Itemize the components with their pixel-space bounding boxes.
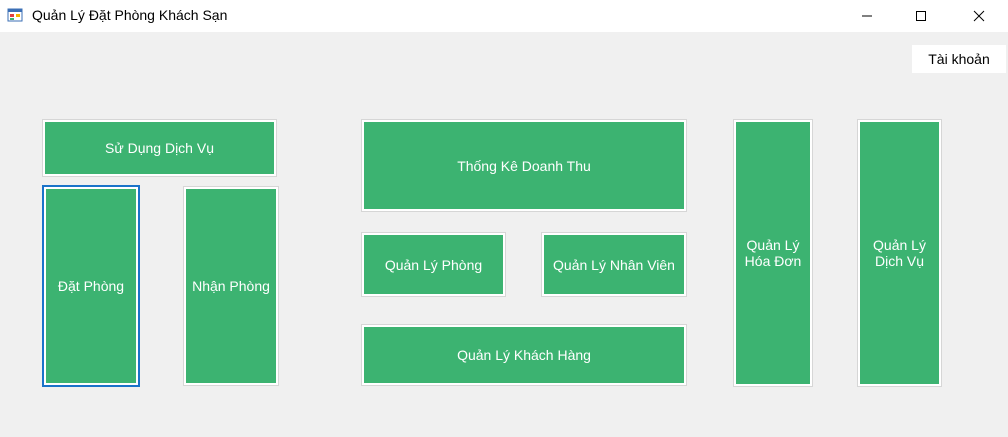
book-room-button[interactable]: Đặt Phòng [42,185,140,387]
title-bar[interactable]: Quản Lý Đặt Phòng Khách Sạn [0,0,1008,32]
manage-staff-label: Quản Lý Nhân Viên [553,256,675,273]
use-service-button[interactable]: Sử Dụng Dịch Vụ [42,119,277,177]
close-button[interactable] [956,0,1002,32]
manage-rooms-label: Quản Lý Phòng [384,256,483,273]
check-in-button[interactable]: Nhận Phòng [183,186,279,386]
manage-services-button[interactable]: Quản Lý Dịch Vụ [857,119,942,387]
close-icon [973,10,985,22]
maximize-button[interactable] [898,0,944,32]
manage-services-label: Quản Lý Dịch Vụ [873,237,926,269]
book-room-label: Đặt Phòng [57,278,125,294]
use-service-label: Sử Dụng Dịch Vụ [105,140,214,156]
manage-rooms-button[interactable]: Quản Lý Phòng [361,232,506,297]
account-button[interactable]: Tài khoản [912,45,1006,73]
minimize-button[interactable] [844,0,890,32]
minimize-icon [862,15,872,17]
check-in-label: Nhận Phòng [192,278,270,294]
revenue-statistics-button[interactable]: Thống Kê Doanh Thu [361,119,687,212]
manage-customers-label: Quản Lý Khách Hàng [457,347,591,363]
manage-customers-button[interactable]: Quản Lý Khách Hàng [361,324,687,386]
manage-staff-button[interactable]: Quản Lý Nhân Viên [541,232,687,297]
manage-invoices-button[interactable]: Quản Lý Hóa Đơn [733,119,813,387]
app-form-icon[interactable] [7,7,23,23]
manage-invoices-label: Quản Lý Hóa Đơn [744,237,802,269]
main-window: Quản Lý Đặt Phòng Khách Sạn Tài khoản Sử… [0,0,1008,437]
window-title: Quản Lý Đặt Phòng Khách Sạn [32,7,228,23]
revenue-statistics-label: Thống Kê Doanh Thu [457,157,591,174]
maximize-icon [916,11,926,21]
